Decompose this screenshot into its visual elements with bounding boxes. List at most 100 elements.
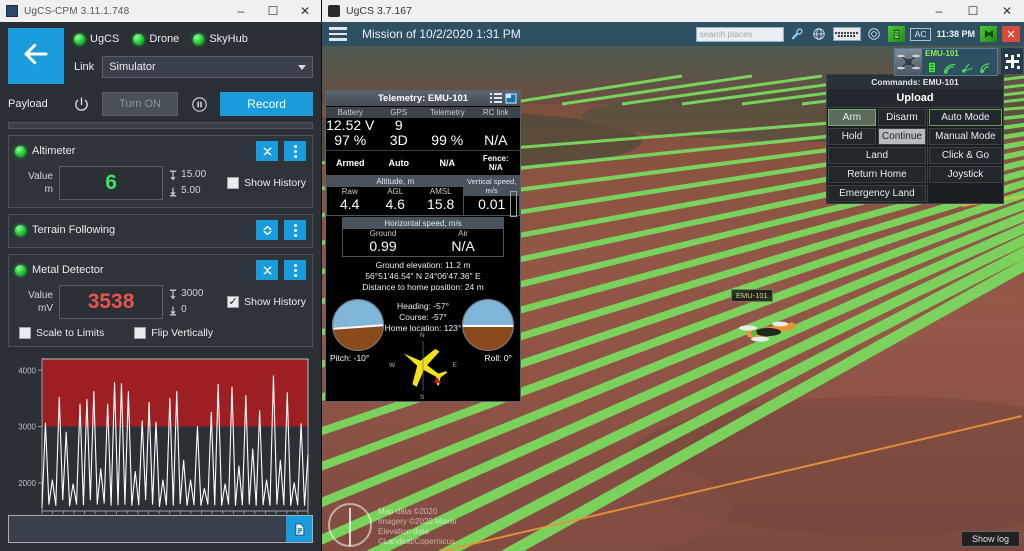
cpm-minimize-button[interactable]: – bbox=[225, 0, 257, 22]
telemetry-battery: Battery 12.52 V 97 % bbox=[326, 106, 375, 150]
land-button[interactable]: Land bbox=[828, 147, 926, 164]
battery-icon[interactable] bbox=[924, 60, 940, 74]
turn-on-button[interactable]: Turn ON bbox=[102, 92, 179, 116]
emergency-land-button[interactable]: Emergency Land bbox=[828, 185, 926, 202]
vehicle-name: EMU-101 bbox=[925, 49, 959, 58]
course-label: Course: -57° bbox=[399, 312, 447, 322]
metal-detector-menu-button[interactable] bbox=[284, 260, 306, 280]
wrench-icon[interactable] bbox=[789, 26, 806, 42]
altitude-agl: AGL 4.6 bbox=[385, 187, 405, 212]
status-led-icon bbox=[15, 145, 26, 157]
satellite-icon[interactable] bbox=[960, 60, 976, 74]
return-home-button[interactable]: Return Home bbox=[828, 166, 926, 183]
rc-link-caption: RC link bbox=[471, 107, 520, 118]
commands-panel: Commands: EMU-101 Upload Arm Disarm Hold… bbox=[826, 74, 1004, 204]
continue-button[interactable]: Continue bbox=[877, 128, 926, 145]
keyboard-icon[interactable] bbox=[832, 27, 861, 41]
payload-label: Payload bbox=[8, 98, 48, 110]
status-led-icon bbox=[193, 33, 205, 45]
altimeter-collapse-button[interactable] bbox=[256, 141, 278, 161]
flip-vertically-label: Flip Vertically bbox=[151, 327, 214, 339]
hamburger-menu-icon[interactable] bbox=[326, 24, 350, 44]
compass-mark-s: S bbox=[420, 394, 425, 401]
altimeter-show-history-checkbox[interactable]: Show History bbox=[227, 177, 306, 189]
search-placeholder: search places bbox=[699, 29, 753, 39]
limit-high-icon bbox=[169, 170, 177, 180]
click-and-go-button[interactable]: Click & Go bbox=[928, 147, 1002, 164]
altimeter-menu-button[interactable] bbox=[284, 141, 306, 161]
terrain-following-expand-button[interactable] bbox=[256, 220, 278, 240]
altimeter-unit: m bbox=[44, 184, 53, 195]
search-input[interactable]: search places bbox=[695, 26, 784, 42]
record-button[interactable]: Record bbox=[220, 92, 313, 116]
grid-view-icon[interactable] bbox=[490, 93, 502, 104]
roll-label: Roll: 0° bbox=[484, 353, 513, 363]
terrain-following-menu-button[interactable] bbox=[284, 220, 306, 240]
more-vertical-icon bbox=[293, 263, 297, 277]
back-button[interactable] bbox=[8, 28, 64, 84]
flight-mode: Auto bbox=[388, 158, 410, 168]
joystick-button[interactable]: Joystick bbox=[928, 166, 1002, 183]
layout-icon[interactable] bbox=[505, 93, 517, 104]
telemetry-state-row: Armed Auto N/A Fence: N/A bbox=[326, 151, 520, 175]
altitude-block: Altitude, m Raw 4.4 AGL 4.6 AMSL 15.8 bbox=[326, 175, 465, 216]
telemetry-position-info: Ground elevation: 11.2 m 56°51'46.54" N … bbox=[326, 257, 520, 297]
scale-to-limits-checkbox[interactable]: Scale to Limits bbox=[19, 327, 104, 339]
drone-marker-icon[interactable] bbox=[730, 312, 820, 352]
signal-icon[interactable] bbox=[942, 60, 958, 74]
ugcs-maximize-button[interactable]: ☐ bbox=[956, 0, 990, 22]
panel-divider bbox=[8, 122, 313, 129]
svg-text:2000: 2000 bbox=[18, 479, 36, 488]
metal-detector-limit-low: 0 bbox=[169, 302, 221, 318]
ground-elevation: Ground elevation: 11.2 m bbox=[375, 260, 471, 270]
status-skyhub: SkyHub bbox=[193, 33, 248, 45]
flip-vertically-checkbox[interactable]: Flip Vertically bbox=[134, 327, 213, 339]
ugcs-toolbar: Mission of 10/2/2020 1:31 PM search plac… bbox=[322, 22, 1024, 46]
joystick-icon[interactable] bbox=[866, 26, 883, 42]
metal-detector-show-history-checkbox[interactable]: Show History bbox=[227, 296, 306, 308]
distance-to-home: Distance to home position: 24 m bbox=[362, 282, 484, 292]
gps-fix-type: 3D bbox=[389, 132, 408, 148]
compass-mark-e: E bbox=[452, 362, 457, 369]
status-ugcs: UgCS bbox=[74, 33, 119, 45]
metal-detector-value: 3538 bbox=[87, 290, 135, 313]
disarm-button[interactable]: Disarm bbox=[877, 109, 926, 126]
vehicle-status-bar[interactable]: EMU-101 bbox=[894, 48, 998, 76]
cpm-maximize-button[interactable]: ☐ bbox=[257, 0, 289, 22]
globe-icon[interactable] bbox=[811, 26, 828, 42]
map-compass-icon[interactable] bbox=[328, 503, 372, 547]
vertical-speed-value: 0.01 bbox=[478, 196, 506, 212]
command-input[interactable] bbox=[9, 516, 286, 542]
telemetry-rc-link: RC link - N/A bbox=[471, 106, 520, 150]
auto-mode-button[interactable]: Auto Mode bbox=[928, 109, 1002, 126]
upload-button[interactable]: Upload bbox=[827, 89, 1003, 108]
manual-mode-button[interactable]: Manual Mode bbox=[928, 128, 1002, 145]
ugcs-close-button[interactable]: ✕ bbox=[990, 0, 1024, 22]
battery-icon[interactable] bbox=[887, 26, 905, 42]
altimeter-card: Altimeter Value m 6 15.00 5.00 Show Hist… bbox=[8, 135, 313, 208]
report-document-icon[interactable] bbox=[286, 516, 312, 542]
clock: 11:38 PM bbox=[936, 29, 975, 39]
show-log-button[interactable]: Show log bbox=[960, 531, 1020, 547]
checkbox-icon bbox=[227, 296, 240, 308]
pause-icon[interactable] bbox=[186, 92, 212, 116]
expand-icon[interactable] bbox=[1001, 48, 1023, 74]
map-view[interactable]: EMU-101 Telemetry: EMU-101 Battery 12.52… bbox=[322, 46, 1024, 551]
ugcs-tray-icon[interactable] bbox=[980, 26, 997, 42]
commands-header: Commands: EMU-101 bbox=[827, 75, 1003, 89]
cpm-close-button[interactable]: ✕ bbox=[289, 0, 321, 22]
ugcs-minimize-button[interactable]: – bbox=[922, 0, 956, 22]
telemetry-quality: 99 % bbox=[431, 132, 464, 148]
aircraft-heading-icon bbox=[403, 341, 448, 391]
power-icon[interactable] bbox=[68, 92, 94, 116]
link-select[interactable]: Simulator bbox=[102, 56, 313, 78]
close-icon[interactable]: ✕ bbox=[1002, 26, 1020, 42]
metal-detector-collapse-button[interactable] bbox=[256, 260, 278, 280]
hold-button[interactable]: Hold bbox=[828, 128, 876, 145]
vehicle-thumbnail[interactable] bbox=[895, 49, 922, 75]
telemetry-icon[interactable] bbox=[978, 60, 994, 74]
metal-detector-value-box: 3538 bbox=[59, 285, 164, 319]
limit-low-icon bbox=[169, 187, 177, 196]
battery-voltage: 12.52 V bbox=[326, 117, 375, 133]
arm-button[interactable]: Arm bbox=[828, 109, 876, 126]
